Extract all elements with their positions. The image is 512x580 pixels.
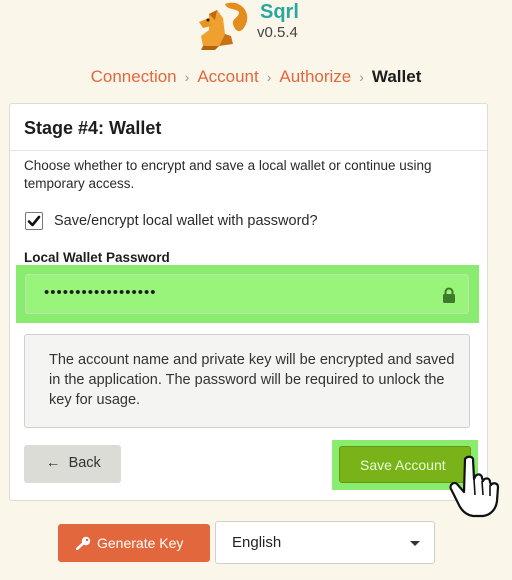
stage-description: Choose whether to encrypt and save a loc…	[24, 158, 432, 191]
save-wallet-checkbox-label[interactable]: Save/encrypt local wallet with password?	[54, 213, 318, 229]
stage-title: Stage #4: Wallet	[24, 118, 162, 138]
back-button[interactable]: ← Back	[24, 445, 121, 483]
breadcrumb-wallet: Wallet	[371, 67, 422, 86]
chevron-right-icon: ›	[266, 69, 272, 85]
breadcrumb-authorize[interactable]: Authorize	[279, 67, 351, 86]
password-label: Local Wallet Password	[24, 250, 170, 265]
chevron-right-icon: ›	[359, 69, 364, 85]
key-icon	[76, 536, 91, 550]
divider	[10, 150, 487, 151]
generate-key-label: Generate Key	[97, 535, 184, 551]
generate-key-button[interactable]: Generate Key	[58, 524, 210, 562]
squirrel-logo-icon	[199, 2, 248, 50]
chevron-right-icon: ›	[184, 69, 190, 85]
language-select[interactable]: English	[215, 521, 435, 564]
chevron-down-icon	[410, 541, 420, 546]
encryption-note: The account name and private key will be…	[24, 334, 470, 428]
app-name: Sqrl	[260, 1, 299, 23]
breadcrumb-connection[interactable]: Connection	[91, 67, 177, 86]
app-version: v0.5.4	[257, 24, 298, 41]
checkmark-icon	[27, 215, 41, 227]
arrow-left-icon: ←	[46, 455, 61, 471]
save-account-label: Save Account	[360, 457, 446, 473]
back-button-label: Back	[68, 455, 101, 471]
password-value: ••••••••••••••••••	[44, 284, 157, 301]
encryption-note-text: The account name and private key will be…	[49, 352, 455, 408]
save-wallet-checkbox[interactable]	[25, 212, 43, 230]
lock-icon	[443, 287, 455, 303]
breadcrumb: Connection › Account › Authorize › Wallet	[0, 66, 512, 88]
wallet-password-input[interactable]: ••••••••••••••••••	[25, 274, 469, 314]
breadcrumb-account[interactable]: Account	[197, 67, 258, 86]
hand-pointer-cursor-icon	[449, 455, 500, 518]
language-value: English	[232, 534, 282, 551]
app-brand: Sqrl v0.5.4	[195, 0, 325, 52]
